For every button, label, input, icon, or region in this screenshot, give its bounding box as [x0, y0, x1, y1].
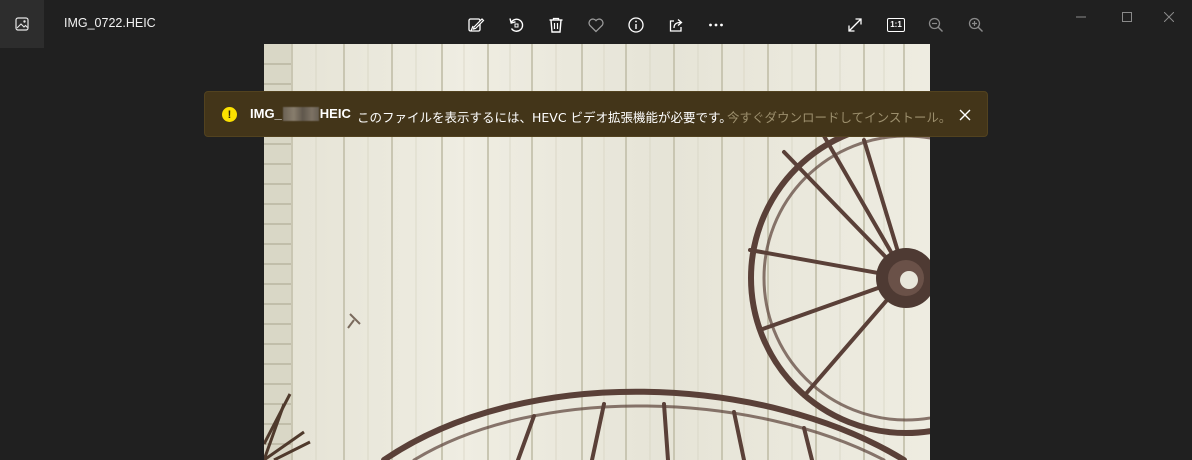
more-icon: [709, 23, 723, 27]
close-window-button[interactable]: [1146, 0, 1192, 34]
zoom-out-button[interactable]: [923, 12, 949, 38]
zoom-out-icon: [928, 17, 943, 32]
download-install-link[interactable]: 今すぐダウンロードしてインストール。: [727, 107, 951, 126]
rotate-icon: [509, 18, 524, 32]
maximize-button[interactable]: [1104, 0, 1150, 34]
share-icon: [669, 19, 683, 32]
favorite-heart-icon: [588, 18, 604, 33]
window-title: IMG_0722.HEIC: [64, 16, 156, 30]
warning-icon: !: [222, 107, 237, 122]
title-bar: IMG_0722.HEIC 1:1: [0, 0, 1192, 48]
banner-filename: IMG_ HEIC: [250, 106, 351, 121]
favorite-button[interactable]: [583, 12, 609, 38]
view-toolbar: 1:1: [842, 12, 992, 38]
banner-filename-suffix: HEIC: [319, 106, 351, 121]
edit-icon: [468, 18, 485, 32]
close-icon: [1164, 12, 1174, 22]
zoom-in-button[interactable]: [963, 12, 989, 38]
more-button[interactable]: [703, 12, 729, 38]
share-button[interactable]: [663, 12, 689, 38]
actual-size-icon: 1:1: [887, 18, 905, 32]
info-icon: [628, 17, 644, 33]
toolbar: [463, 12, 733, 38]
photos-app-icon: [15, 17, 29, 31]
banner-message: このファイルを表示するには、HEVC ビデオ拡張機能が必要です。: [357, 110, 732, 125]
fullscreen-button[interactable]: [842, 12, 868, 38]
delete-icon: [549, 17, 563, 33]
app-icon-button[interactable]: [0, 0, 44, 48]
actual-size-button[interactable]: 1:1: [883, 12, 909, 38]
zoom-in-icon: [968, 17, 983, 32]
codec-warning-banner: ! IMG_ HEIC このファイルを表示するには、HEVC ビデオ拡張機能が必要…: [204, 91, 988, 137]
info-button[interactable]: [623, 12, 649, 38]
redacted-filename-blur: [282, 106, 319, 121]
rotate-button[interactable]: [503, 12, 529, 38]
maximize-icon: [1122, 12, 1132, 22]
edit-button[interactable]: [463, 12, 489, 38]
fullscreen-icon: [848, 18, 862, 32]
banner-close-button[interactable]: [955, 105, 975, 125]
close-icon: [959, 109, 971, 121]
delete-button[interactable]: [543, 12, 569, 38]
minimize-icon: [1076, 16, 1086, 18]
minimize-button[interactable]: [1058, 0, 1104, 34]
banner-filename-prefix: IMG_: [250, 106, 282, 121]
